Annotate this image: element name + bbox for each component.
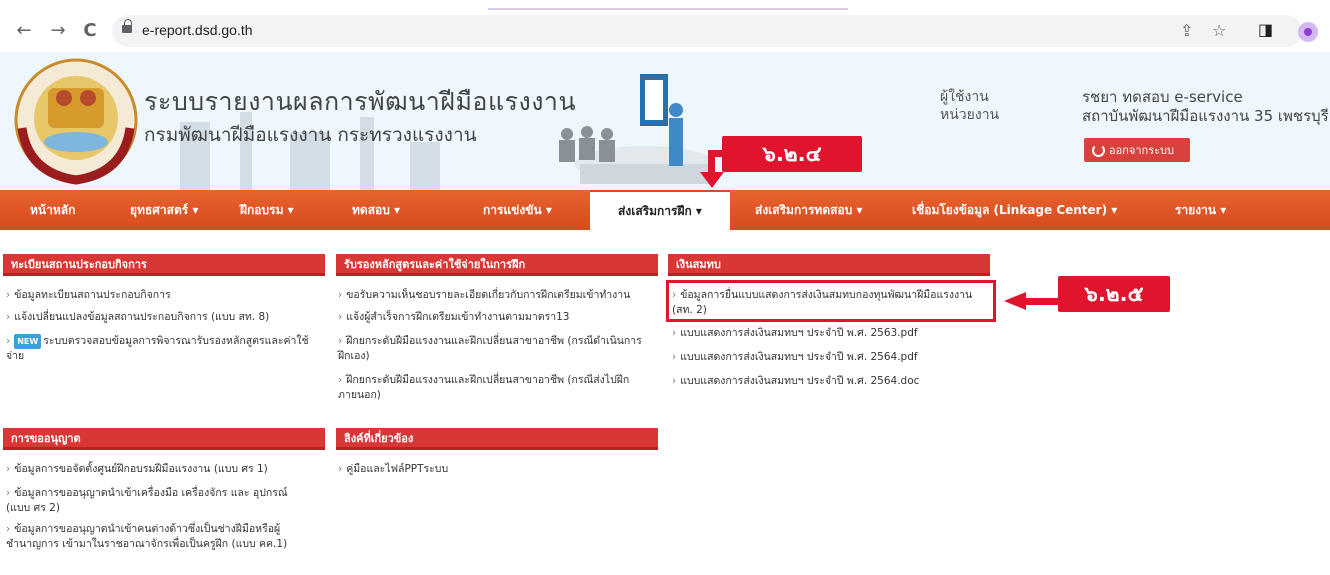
- new-badge: NEW: [14, 334, 42, 349]
- panel-fund-header: เงินสมทบ: [668, 254, 990, 276]
- menu-training[interactable]: ฝึกอบรม ▾: [240, 190, 294, 230]
- logout-label: ออกจากระบบ: [1109, 144, 1174, 157]
- power-icon: [1092, 143, 1105, 157]
- logout-button[interactable]: ออกจากระบบ: [1084, 138, 1190, 162]
- user-labels: ผู้ใช้งาน หน่วยงาน: [940, 88, 999, 124]
- list-item[interactable]: › ข้อมูลการขอจัดตั้งศูนย์ฝึกอบรมฝีมือแรงง…: [6, 462, 326, 477]
- list-item[interactable]: › แบบแสดงการส่งเงินสมทบฯ ประจำปี พ.ศ. 256…: [672, 350, 982, 365]
- site-header: ระบบรายงานผลการพัฒนาฝีมือแรงงาน กรมพัฒนา…: [0, 52, 1330, 190]
- list-item[interactable]: › แบบแสดงการส่งเงินสมทบฯ ประจำปี พ.ศ. 256…: [672, 374, 982, 389]
- list-item[interactable]: › แจ้งเปลี่ยนแปลงข้อมูลสถานประกอบกิจการ (…: [6, 310, 326, 325]
- panel-license-header: การขออนุญาต: [3, 428, 325, 450]
- menu-testing-promotion[interactable]: ส่งเสริมการทดสอบ ▾: [755, 190, 862, 230]
- page-title: ระบบรายงานผลการพัฒนาฝีมือแรงงาน: [144, 87, 577, 116]
- highlight-box: [666, 280, 996, 322]
- user-label: ผู้ใช้งาน: [940, 89, 989, 105]
- menu-testing[interactable]: ทดสอบ ▾: [352, 190, 400, 230]
- menu-training-promotion[interactable]: ส่งเสริมการฝึก ▾: [590, 190, 730, 230]
- menu-linkage-center[interactable]: เชื่อมโยงข้อมูล (Linkage Center) ▾: [912, 190, 1117, 230]
- url-text[interactable]: e-report.dsd.go.th: [142, 22, 253, 38]
- forward-icon[interactable]: →: [46, 18, 70, 42]
- list-item[interactable]: › แบบแสดงการส่งเงินสมทบฯ ประจำปี พ.ศ. 256…: [672, 326, 982, 341]
- callout-6-2-5: ๖.๒.๕: [1058, 276, 1170, 312]
- back-icon[interactable]: ←: [12, 18, 36, 42]
- list-item[interactable]: › NEW ระบบตรวจสอบข้อมูลการพิจารณารับรองหลั…: [6, 334, 316, 364]
- panel-certification-header: รับรองหลักสูตรและค่าใช้จ่ายในการฝึก: [336, 254, 658, 276]
- menu-report[interactable]: รายงาน ▾: [1175, 190, 1226, 230]
- unit-name: สถาบันพัฒนาฝีมือแรงงาน 35 เพชรบุรี: [1082, 107, 1329, 125]
- list-item[interactable]: › ข้อมูลการขออนุญาตนำเข้าเครื่องมือ เครื่…: [6, 486, 306, 516]
- browser-tabstrip: [0, 0, 1330, 10]
- menu-competition[interactable]: การแข่งขัน ▾: [483, 190, 552, 230]
- panel-registration-header: ทะเบียนสถานประกอบกิจการ: [3, 254, 325, 276]
- callout-6-2-4: ๖.๒.๔: [722, 136, 862, 172]
- main-menu: หน้าหลัก ยุทธศาสตร์ ▾ ฝึกอบรม ▾ ทดสอบ ▾ …: [0, 190, 1330, 230]
- tab-indicator: [488, 0, 848, 10]
- menu-home[interactable]: หน้าหลัก: [30, 190, 75, 230]
- list-item[interactable]: › ข้อมูลทะเบียนสถานประกอบกิจการ: [6, 288, 326, 303]
- presentation-people-icon: [559, 74, 715, 184]
- list-item[interactable]: › ฝึกยกระดับฝีมือแรงงานและฝึกเปลี่ยนสาขาอ…: [338, 373, 648, 403]
- arrow-left-icon: [1004, 292, 1026, 310]
- panel-links-header: ลิงค์ที่เกี่ยวข้อง: [336, 428, 658, 450]
- list-item[interactable]: › ฝึกยกระดับฝีมือแรงงานและฝึกเปลี่ยนสาขาอ…: [338, 334, 648, 364]
- user-name: รชยา ทดสอบ e-service: [1082, 88, 1243, 106]
- list-item[interactable]: › แจ้งผู้สำเร็จการฝึกเตรียมเข้าทำงานตามมา…: [338, 310, 656, 325]
- list-item[interactable]: › ข้อมูลการขออนุญาตนำเข้าคนต่างด้าวซึ่งเป…: [6, 522, 310, 552]
- department-seal-logo: [14, 58, 138, 185]
- side-panel-icon[interactable]: ◨: [1258, 20, 1273, 39]
- arrow-down-icon: [700, 172, 724, 188]
- user-values: รชยา ทดสอบ e-service สถาบันพัฒนาฝีมือแรง…: [1082, 88, 1329, 126]
- profile-avatar[interactable]: [1298, 22, 1318, 42]
- menu-strategy[interactable]: ยุทธศาสตร์ ▾: [130, 190, 198, 230]
- page-subtitle: กรมพัฒนาฝีมือแรงงาน กระทรวงแรงงาน: [144, 124, 477, 146]
- share-icon[interactable]: ⇪: [1180, 21, 1193, 40]
- list-item[interactable]: › ขอรับความเห็นชอบรายละเอียดเกี่ยวกับการฝ…: [338, 288, 656, 303]
- callout-arrow-shaft: [1024, 298, 1060, 305]
- browser-toolbar: ← → C e-report.dsd.go.th ⇪ ☆ ◨: [0, 10, 1330, 52]
- address-bar[interactable]: e-report.dsd.go.th ⇪ ☆: [112, 15, 1302, 47]
- unit-label: หน่วยงาน: [940, 107, 1000, 123]
- list-item[interactable]: › คู่มือและไฟล์PPTระบบ: [338, 462, 656, 477]
- lock-icon: [122, 19, 132, 33]
- reload-icon[interactable]: C: [78, 18, 102, 42]
- bookmark-star-icon[interactable]: ☆: [1212, 21, 1226, 40]
